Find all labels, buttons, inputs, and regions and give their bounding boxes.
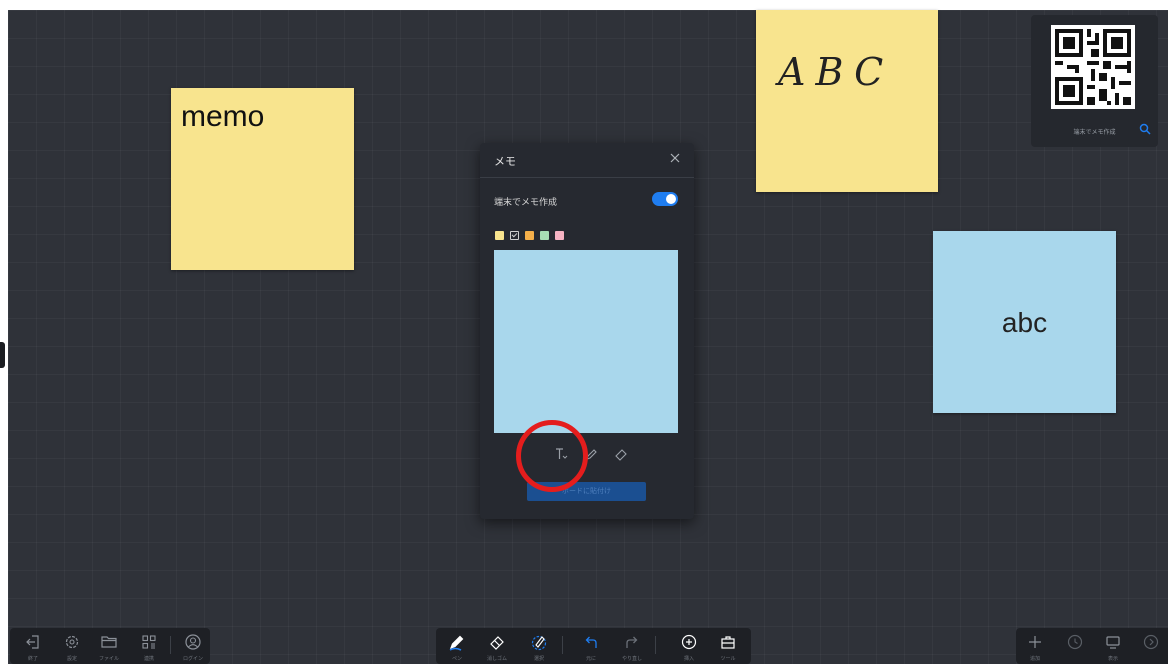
swatch-blue-selected[interactable] — [510, 231, 519, 240]
sticky-note-text: ABC — [778, 50, 894, 94]
toolbar-label: ペン — [451, 656, 462, 662]
toolbar-label: 挿入 — [683, 656, 694, 662]
sticky-note-handwritten[interactable]: ABC — [756, 10, 938, 192]
insert-icon — [681, 634, 697, 650]
toolbar-label: 連携 — [143, 656, 154, 662]
toolbar-label: 消しゴム — [486, 656, 507, 662]
undo-icon — [585, 636, 597, 648]
screen-icon — [1106, 636, 1120, 649]
settings-button[interactable]: 設定 — [57, 628, 87, 664]
qr-panel[interactable]: 端末でメモ作成 — [1031, 15, 1158, 147]
toolbar-divider — [655, 636, 656, 654]
toolbar-label: ログイン — [182, 656, 203, 662]
toolbar-label: 追加 — [1029, 656, 1040, 662]
select-icon — [531, 635, 547, 651]
toolbar-center: ペン 消しゴム 選択 元に やり直し 挿入 ツール — [436, 628, 751, 664]
swatch-orange[interactable] — [525, 231, 534, 240]
redo-icon — [626, 636, 638, 648]
toolbar-divider — [170, 636, 171, 654]
user-icon — [185, 634, 201, 650]
swatch-pink[interactable] — [555, 231, 564, 240]
insert-button[interactable]: 挿入 — [674, 628, 704, 664]
toolbar-label: やり直し — [621, 656, 642, 662]
toolbar-label: ファイル — [98, 656, 119, 662]
toolbar-label: 選択 — [533, 656, 544, 662]
swatch-yellow[interactable] — [495, 231, 504, 240]
sticky-note-memo[interactable]: memo — [171, 88, 354, 270]
dialog-header: メモ — [480, 143, 694, 178]
close-icon[interactable] — [668, 151, 682, 165]
toolbar-divider — [562, 636, 563, 654]
toolbar-label: 終了 — [27, 656, 38, 662]
sticky-note-text: memo — [181, 100, 265, 133]
toolbar-left: 終了 設定 ファイル 連携 ログイン — [10, 628, 210, 664]
redo-button[interactable]: やり直し — [617, 628, 647, 664]
toolbar-label: 元に — [585, 656, 596, 662]
tools-icon — [721, 636, 735, 649]
select-button[interactable]: 選択 — [524, 628, 554, 664]
sticky-note-text: abc — [1001, 307, 1048, 338]
toolbar-label: ツール — [720, 656, 736, 662]
toolbar-label: 設定 — [66, 656, 77, 662]
device-memo-toggle[interactable] — [652, 192, 678, 206]
tools-button[interactable]: ツール — [713, 628, 743, 664]
qr-code-icon — [1051, 25, 1135, 109]
color-swatches — [495, 231, 564, 240]
folder-icon — [101, 636, 117, 648]
annotation-circle — [516, 420, 588, 492]
sticky-note-blue[interactable]: abc — [933, 231, 1116, 413]
undo-button[interactable]: 元に — [576, 628, 606, 664]
pen-icon — [449, 635, 464, 651]
toolbar-right: 追加 表示 — [1016, 628, 1168, 664]
dialog-title: メモ — [494, 155, 516, 168]
eraser-button[interactable]: 消しゴム — [482, 628, 512, 664]
history-button[interactable] — [1060, 628, 1090, 664]
display-button[interactable]: 表示 — [1098, 628, 1128, 664]
apps-icon — [142, 635, 156, 649]
qr-label: 端末でメモ作成 — [1073, 129, 1116, 136]
exit-button[interactable]: 終了 — [18, 628, 48, 664]
eraser-icon — [490, 636, 504, 650]
clock-icon — [1067, 634, 1083, 650]
exit-icon — [26, 635, 39, 649]
arrow-right-icon — [1143, 634, 1159, 650]
eraser-tool-icon[interactable] — [612, 445, 630, 463]
gear-icon — [65, 635, 79, 649]
plus-icon — [1029, 636, 1041, 648]
toolbar-label: 表示 — [1107, 656, 1118, 662]
device-memo-label: 端末でメモ作成 — [494, 198, 558, 208]
next-button[interactable] — [1136, 628, 1166, 664]
file-button[interactable]: ファイル — [94, 628, 124, 664]
add-page-button[interactable]: 追加 — [1020, 628, 1050, 664]
memo-drawing-area[interactable] — [494, 250, 678, 433]
side-panel-handle[interactable] — [0, 342, 5, 368]
pen-button[interactable]: ペン — [442, 628, 472, 664]
login-button[interactable]: ログイン — [178, 628, 208, 664]
swatch-green[interactable] — [540, 231, 549, 240]
apps-button[interactable]: 連携 — [134, 628, 164, 664]
